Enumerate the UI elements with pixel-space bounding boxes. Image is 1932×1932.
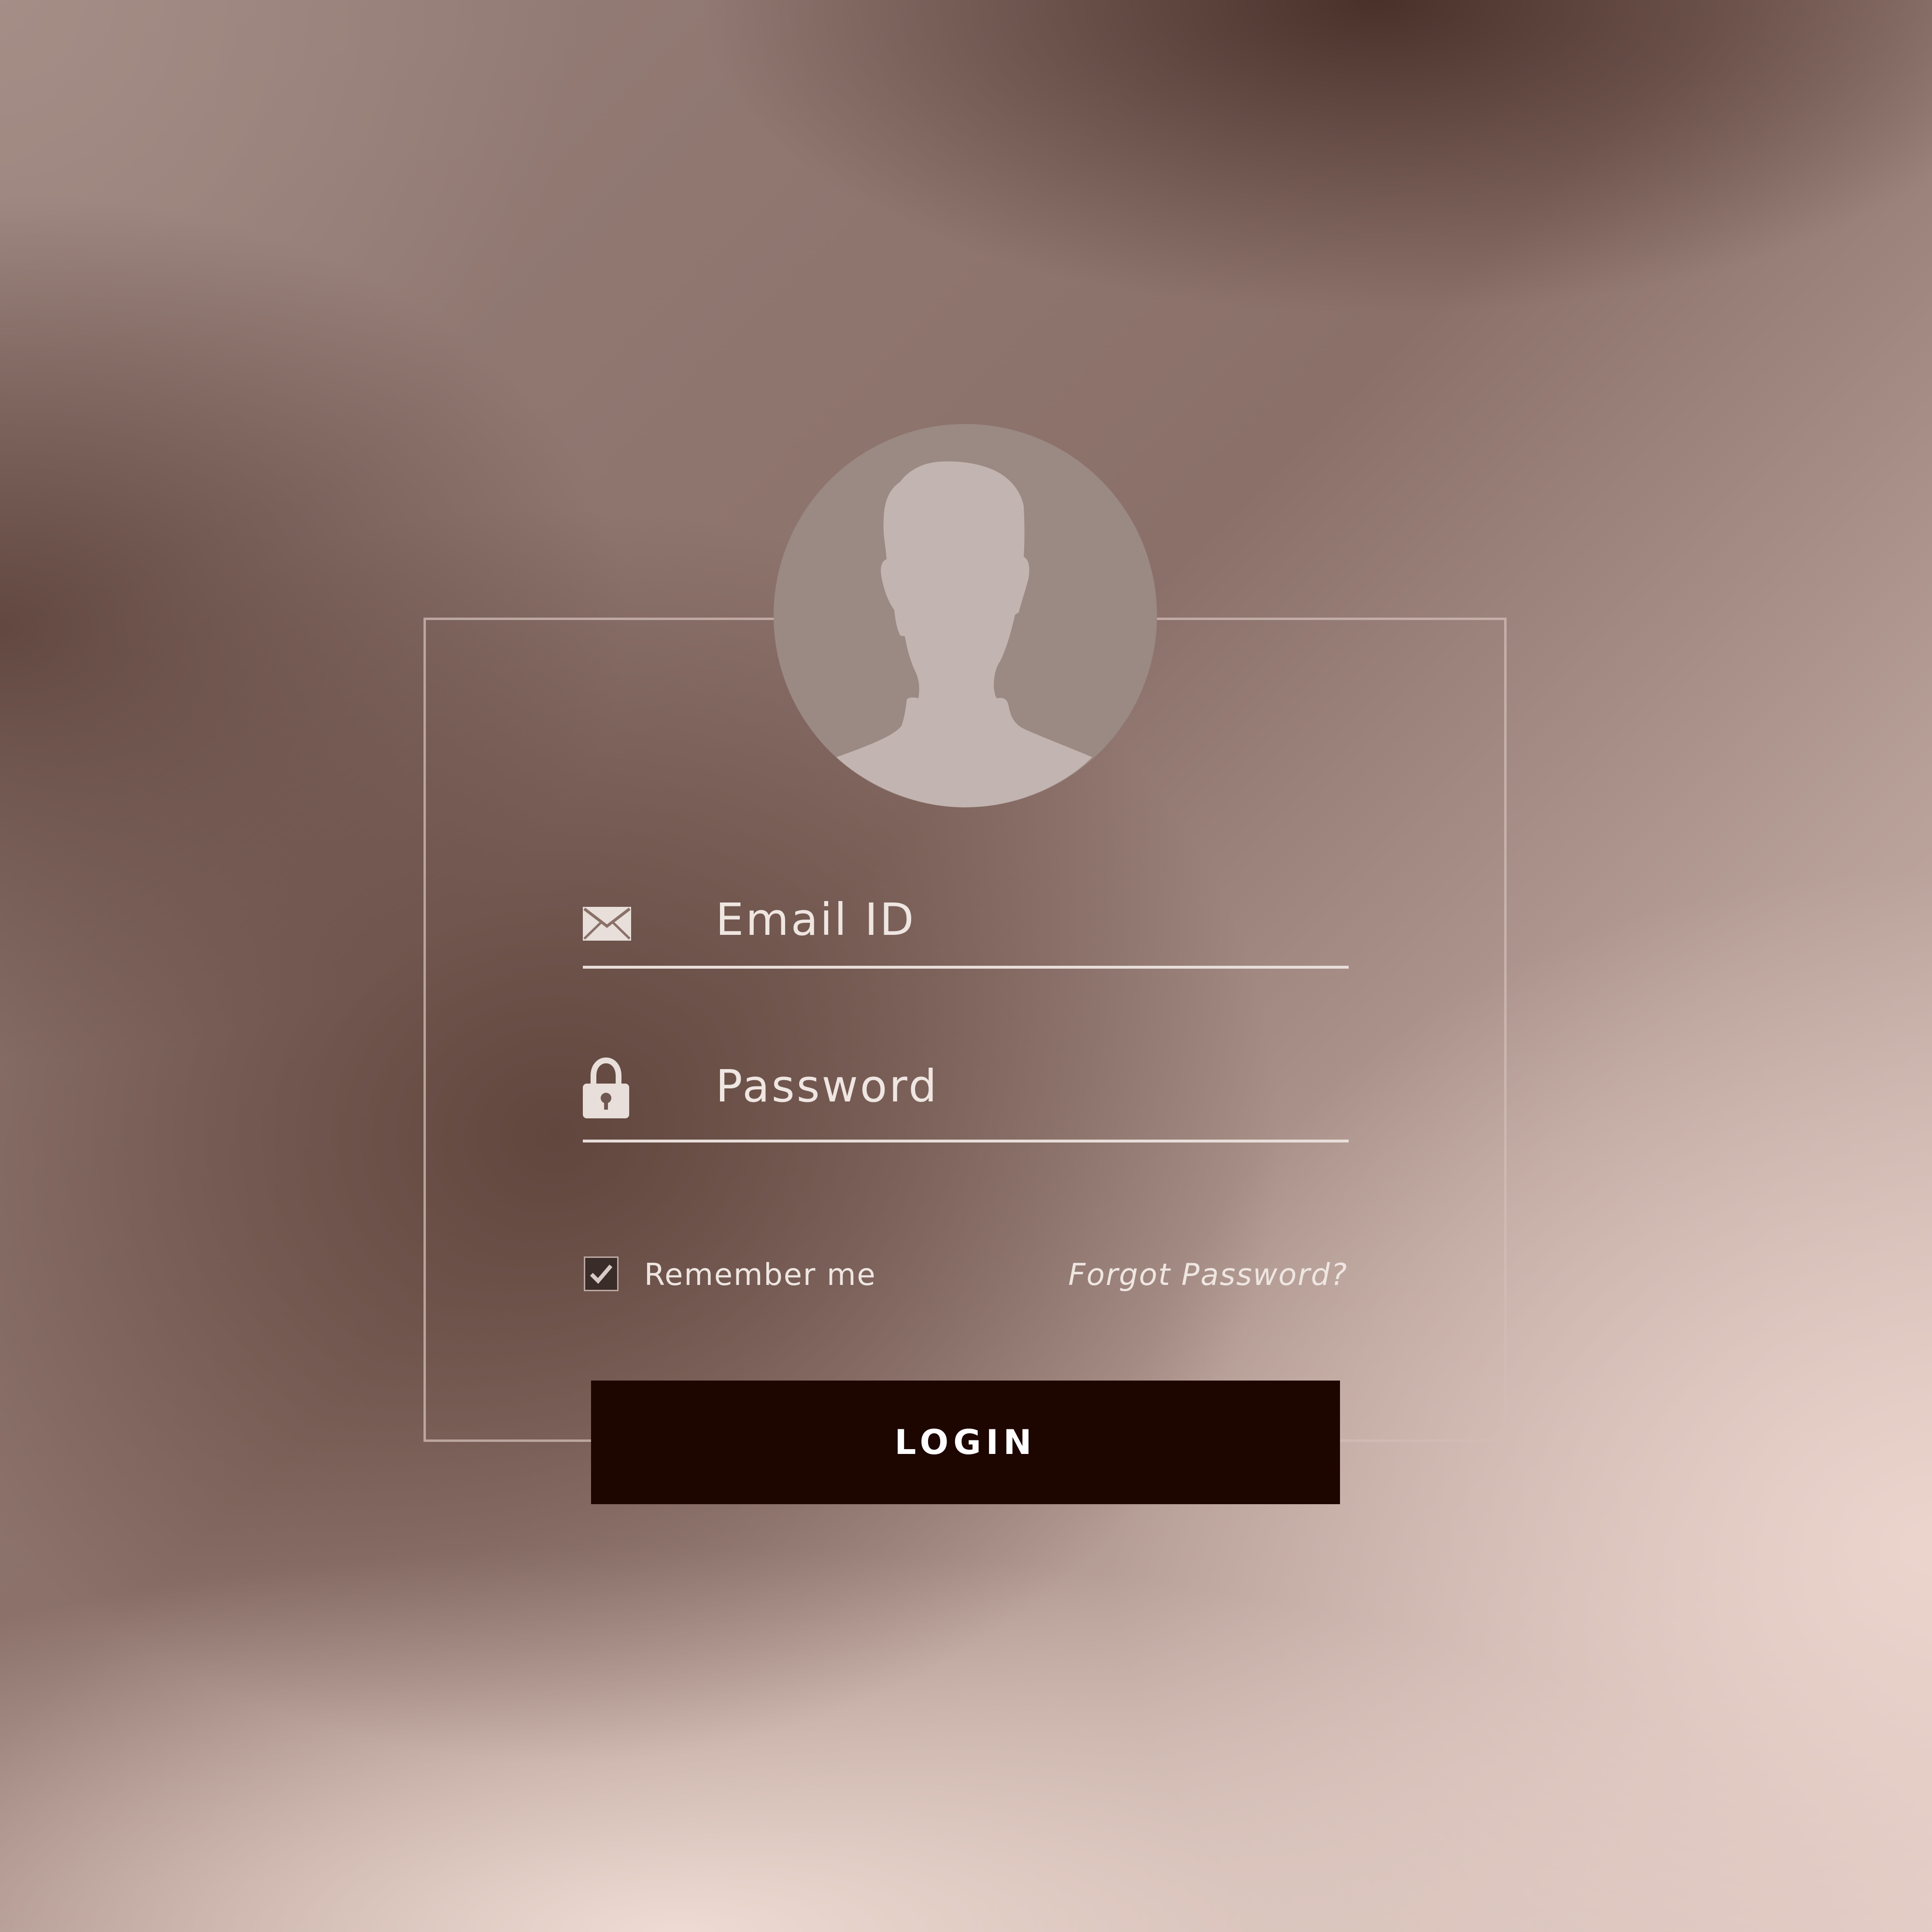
email-field[interactable]: Email ID bbox=[583, 888, 1349, 971]
checkmark-icon bbox=[590, 1264, 613, 1284]
remember-checkbox[interactable] bbox=[584, 1256, 619, 1291]
user-silhouette-icon bbox=[836, 461, 1092, 807]
email-underline bbox=[583, 966, 1349, 969]
password-field[interactable]: Password bbox=[583, 1053, 1349, 1144]
remember-me-label: Remember me bbox=[644, 1257, 876, 1292]
avatar bbox=[774, 424, 1157, 807]
password-underline bbox=[583, 1140, 1349, 1142]
forgot-password-link[interactable]: Forgot Password? bbox=[1068, 1255, 1348, 1294]
password-placeholder: Password bbox=[716, 1060, 939, 1112]
login-button[interactable]: LOGIN bbox=[591, 1381, 1340, 1504]
email-placeholder: Email ID bbox=[716, 894, 916, 945]
padlock-icon bbox=[583, 1058, 629, 1118]
envelope-icon bbox=[583, 907, 631, 941]
